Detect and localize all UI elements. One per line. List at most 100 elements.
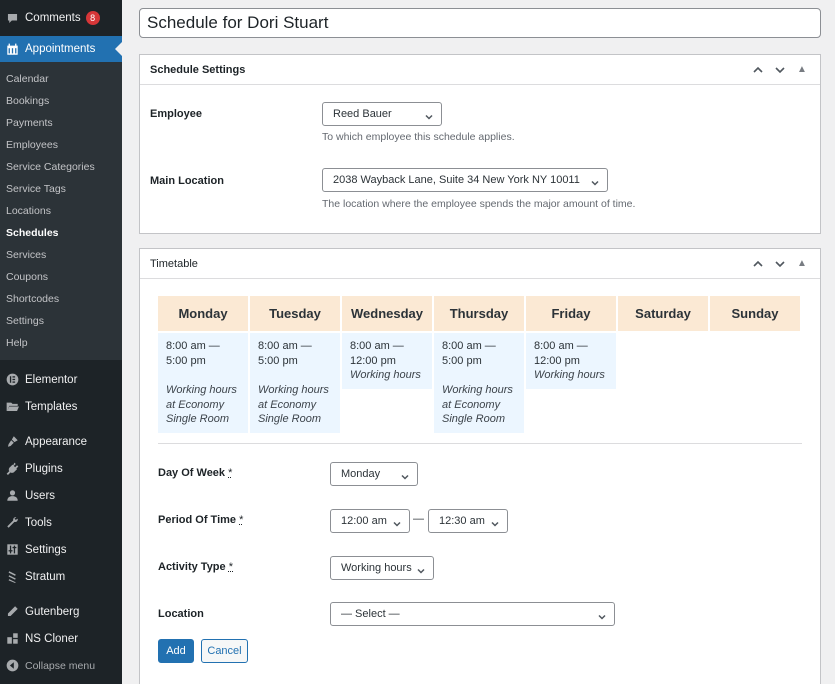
stratum-icon	[5, 570, 19, 584]
toggle-panel-icon[interactable]: ▲	[794, 256, 810, 272]
folder-icon	[5, 400, 19, 414]
timetable-slot[interactable]: 8:00 am — 5:00 pm Working hours at Econo…	[158, 333, 248, 433]
chevron-down-icon	[424, 108, 434, 120]
period-separator: —	[413, 513, 424, 525]
submenu-locations[interactable]: Locations	[0, 200, 122, 222]
required-marker: *	[228, 467, 233, 479]
sidebar-item-label: Stratum	[25, 570, 66, 583]
schedule-settings-box: Schedule Settings ▲ Employee Reed Bauer …	[139, 54, 821, 234]
timetable-slot[interactable]: 8:00 am — 12:00 pm Working hours	[526, 333, 616, 389]
sidebar-item-label: Appearance	[25, 435, 88, 448]
activity-type-label-text: Activity Type	[158, 561, 226, 573]
sidebar-item-label: Plugins	[25, 462, 63, 475]
elementor-icon	[5, 373, 19, 387]
day-header: Tuesday	[250, 296, 340, 331]
comments-count-badge: 8	[85, 11, 100, 25]
cancel-button[interactable]: Cancel	[201, 639, 248, 663]
toggle-panel-icon[interactable]: ▲	[794, 62, 810, 78]
location-label: Location	[158, 608, 204, 620]
sidebar-item-templates[interactable]: Templates	[0, 393, 122, 420]
location-select[interactable]: — Select —	[330, 602, 615, 626]
timetable-slot[interactable]: 8:00 am — 5:00 pm Working hours at Econo…	[250, 333, 340, 433]
sidebar-item-label: Elementor	[25, 373, 78, 386]
main-location-select[interactable]: 2038 Wayback Lane, Suite 34 New York NY …	[322, 168, 608, 192]
submenu-employees[interactable]: Employees	[0, 134, 122, 156]
submenu-settings[interactable]: Settings	[0, 310, 122, 332]
sidebar-item-appointments[interactable]: Appointments	[0, 36, 122, 62]
submenu-schedules[interactable]: Schedules	[0, 222, 122, 244]
period-end-select[interactable]: 12:30 am	[428, 509, 508, 533]
required-marker: *	[228, 561, 233, 573]
wrench-icon	[5, 516, 19, 530]
move-up-icon[interactable]	[750, 62, 766, 78]
day-column-friday: Friday 8:00 am — 12:00 pm Working hours	[526, 296, 616, 433]
sidebar-item-label: Gutenberg	[25, 605, 80, 618]
sidebar-item-gutenberg[interactable]: Gutenberg	[0, 598, 122, 625]
move-down-icon[interactable]	[772, 256, 788, 272]
timetable-slot[interactable]: 8:00 am — 12:00 pm Working hours	[342, 333, 432, 389]
submenu-coupons[interactable]: Coupons	[0, 266, 122, 288]
sidebar-item-label: NS Cloner	[25, 632, 79, 645]
slot-time: 8:00 am — 5:00 pm	[166, 340, 220, 367]
activity-type-label: Activity Type *	[158, 561, 233, 573]
slot-note: Working hours at Economy Single Room	[166, 384, 237, 425]
period-of-time-label: Period Of Time *	[158, 514, 243, 526]
timetable-divider	[158, 443, 802, 444]
period-start-select[interactable]: 12:00 am	[330, 509, 410, 533]
day-column-saturday: Saturday	[618, 296, 708, 433]
day-header: Monday	[158, 296, 248, 331]
sidebar-item-label: Appointments	[25, 43, 96, 55]
day-column-monday: Monday 8:00 am — 5:00 pm Working hours a…	[158, 296, 248, 433]
submenu-help[interactable]: Help	[0, 332, 122, 354]
plugin-icon	[5, 462, 19, 476]
submenu-service-categories[interactable]: Service Categories	[0, 156, 122, 178]
day-of-week-select[interactable]: Monday	[330, 462, 418, 486]
add-button[interactable]: Add	[158, 639, 194, 663]
submenu-payments[interactable]: Payments	[0, 112, 122, 134]
sidebar-item-tools[interactable]: Tools	[0, 509, 122, 536]
timetable-slot[interactable]: 8:00 am — 5:00 pm Working hours at Econo…	[434, 333, 524, 433]
appointments-submenu: Calendar Bookings Payments Employees Ser…	[0, 62, 122, 360]
chevron-down-icon	[590, 174, 600, 186]
day-column-wednesday: Wednesday 8:00 am — 12:00 pm Working hou…	[342, 296, 432, 433]
pencil-icon	[5, 605, 19, 619]
collapse-menu-button[interactable]: Collapse menu	[0, 652, 122, 679]
submenu-calendar[interactable]: Calendar	[0, 68, 122, 90]
schedule-title-input[interactable]: Schedule for Dori Stuart	[139, 8, 821, 38]
day-header: Wednesday	[342, 296, 432, 331]
move-down-icon[interactable]	[772, 62, 788, 78]
employee-description: To which employee this schedule applies.	[322, 131, 515, 143]
day-header: Sunday	[710, 296, 800, 331]
submenu-service-tags[interactable]: Service Tags	[0, 178, 122, 200]
submenu-services[interactable]: Services	[0, 244, 122, 266]
location-select-value: — Select —	[341, 608, 400, 620]
submenu-bookings[interactable]: Bookings	[0, 90, 122, 112]
collapse-icon	[5, 659, 19, 673]
submenu-shortcodes[interactable]: Shortcodes	[0, 288, 122, 310]
employee-select[interactable]: Reed Bauer	[322, 102, 442, 126]
sidebar-item-comments[interactable]: Comments 8	[0, 0, 122, 36]
sidebar-item-settings[interactable]: Settings	[0, 536, 122, 563]
sidebar-item-stratum[interactable]: Stratum	[0, 563, 122, 590]
schedule-settings-heading: Schedule Settings	[150, 63, 246, 76]
sidebar-item-ns-cloner[interactable]: NS Cloner	[0, 625, 122, 652]
user-icon	[5, 489, 19, 503]
sidebar-item-label: Comments	[25, 12, 81, 24]
paintbrush-icon	[5, 435, 19, 449]
sidebar-item-users[interactable]: Users	[0, 482, 122, 509]
settings-icon	[5, 543, 19, 557]
main-location-select-value: 2038 Wayback Lane, Suite 34 New York NY …	[333, 174, 580, 186]
activity-type-select[interactable]: Working hours	[330, 556, 434, 580]
sidebar-item-appearance[interactable]: Appearance	[0, 428, 122, 455]
timetable-header: Timetable ▲	[140, 249, 820, 279]
sidebar-item-plugins[interactable]: Plugins	[0, 455, 122, 482]
employee-label: Employee	[150, 108, 202, 120]
chevron-down-icon	[490, 515, 500, 527]
chevron-down-icon	[416, 562, 426, 574]
employee-select-value: Reed Bauer	[333, 108, 392, 120]
slot-note: Working hours at Economy Single Room	[442, 384, 513, 425]
sidebar-item-label: Collapse menu	[25, 659, 96, 672]
move-up-icon[interactable]	[750, 256, 766, 272]
sidebar-item-elementor[interactable]: Elementor	[0, 366, 122, 393]
chevron-down-icon	[392, 515, 402, 527]
